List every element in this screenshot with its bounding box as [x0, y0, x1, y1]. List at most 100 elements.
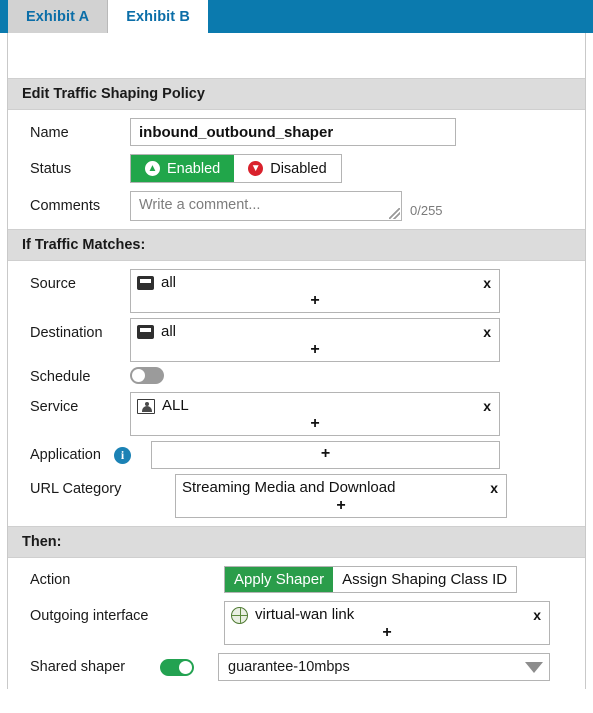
row-destination: Destination all x +: [8, 318, 585, 362]
row-shared-shaper: Shared shaper guarantee-10mbps: [8, 653, 585, 681]
source-add-button[interactable]: +: [137, 293, 493, 309]
row-url-category: URL Category Streaming Media and Downloa…: [8, 474, 585, 518]
source-chip-label: all: [161, 274, 177, 291]
shared-shaper-label: Shared shaper: [30, 659, 126, 675]
action-apply-shaper-label: Apply Shaper: [234, 571, 325, 588]
service-chip-remove-button[interactable]: x: [483, 398, 493, 414]
url-category-chip-remove-button[interactable]: x: [490, 480, 500, 496]
url-category-selector[interactable]: Streaming Media and Download x +: [175, 474, 507, 518]
source-chip[interactable]: all: [137, 273, 176, 293]
outgoing-interface-selector[interactable]: virtual-wan link x +: [224, 601, 550, 645]
policy-form-panel: Edit Traffic Shaping Policy Name inbound…: [7, 78, 586, 689]
resize-handle-icon[interactable]: [389, 208, 400, 219]
policy-editor-page: Edit Traffic Shaping Policy Name inbound…: [0, 33, 593, 713]
address-object-icon: [137, 276, 154, 290]
url-category-add-button[interactable]: +: [182, 498, 500, 514]
action-label: Action: [30, 571, 71, 588]
service-chip-row: ALL x: [137, 396, 493, 416]
tab-exhibit-b[interactable]: Exhibit B: [108, 0, 208, 33]
comments-textarea[interactable]: Write a comment...: [130, 191, 402, 221]
action-assign-class-id-button[interactable]: Assign Shaping Class ID: [333, 567, 517, 592]
url-category-chip-label: Streaming Media and Download: [182, 479, 396, 496]
section-header-edit-policy: Edit Traffic Shaping Policy: [8, 78, 585, 110]
service-object-icon: [137, 398, 155, 414]
outgoing-interface-chip[interactable]: virtual-wan link: [231, 605, 354, 625]
application-selector[interactable]: +: [151, 441, 500, 469]
source-label: Source: [30, 276, 76, 292]
status-enabled-button[interactable]: ▲ Enabled: [131, 155, 235, 182]
destination-chip[interactable]: all: [137, 322, 176, 342]
row-schedule: Schedule: [8, 367, 585, 387]
destination-chip-row: all x: [137, 322, 493, 342]
toggle-knob: [179, 660, 192, 674]
arrow-up-circle-icon: ▲: [145, 161, 160, 176]
row-outgoing-interface: Outgoing interface virtual-wan link x +: [8, 601, 585, 645]
shared-shaper-dropdown[interactable]: guarantee-10mbps: [218, 653, 550, 681]
section-header-then: Then:: [8, 526, 585, 558]
action-apply-shaper-button[interactable]: Apply Shaper: [225, 567, 334, 592]
outgoing-interface-label: Outgoing interface: [30, 608, 149, 624]
comments-placeholder: Write a comment...: [139, 197, 261, 213]
schedule-label: Schedule: [30, 369, 91, 385]
source-selector[interactable]: all x +: [130, 269, 500, 313]
status-segmented-control: ▲ Enabled ▼ Disabled: [130, 154, 342, 183]
service-add-button[interactable]: +: [137, 416, 493, 432]
outgoing-interface-add-button[interactable]: +: [231, 625, 543, 641]
status-enabled-label: Enabled: [167, 160, 221, 177]
service-chip[interactable]: ALL: [137, 396, 189, 416]
application-add-button[interactable]: +: [158, 446, 493, 462]
row-source: Source all x +: [8, 269, 585, 313]
source-chip-remove-button[interactable]: x: [483, 275, 493, 291]
source-chip-row: all x: [137, 273, 493, 293]
application-label: Application: [30, 447, 101, 463]
address-object-icon: [137, 325, 154, 339]
row-action: Action Apply Shaper Assign Shaping Class…: [8, 566, 585, 593]
comments-char-counter: 0/255: [410, 203, 443, 218]
destination-add-button[interactable]: +: [137, 342, 493, 358]
outgoing-interface-chip-remove-button[interactable]: x: [533, 607, 543, 623]
shared-shaper-dropdown-value: guarantee-10mbps: [228, 659, 350, 675]
shared-shaper-toggle[interactable]: [160, 658, 194, 676]
schedule-toggle[interactable]: [130, 367, 164, 384]
tab-exhibit-a-label: Exhibit A: [26, 8, 90, 25]
status-label: Status: [30, 161, 72, 177]
outgoing-interface-chip-label: virtual-wan link: [255, 606, 355, 623]
destination-chip-label: all: [161, 323, 177, 340]
arrow-down-circle-icon: ▼: [248, 161, 264, 176]
comments-label: Comments: [30, 198, 101, 214]
row-service: Service ALL x +: [8, 392, 585, 436]
row-status: Status ▲ Enabled ▼ Disabled: [8, 154, 585, 183]
tab-exhibit-a[interactable]: Exhibit A: [8, 0, 109, 33]
destination-label: Destination: [30, 325, 103, 341]
destination-chip-remove-button[interactable]: x: [483, 324, 493, 340]
toolbar-area: [7, 33, 586, 78]
url-category-label: URL Category: [30, 481, 122, 497]
status-disabled-button[interactable]: ▼ Disabled: [234, 155, 341, 182]
info-icon[interactable]: i: [114, 446, 131, 464]
service-label: Service: [30, 399, 79, 415]
name-label: Name: [30, 125, 69, 141]
url-category-chip-row: Streaming Media and Download x: [182, 478, 500, 498]
name-input-value: inbound_outbound_shaper: [139, 123, 334, 141]
section-header-if-traffic-matches: If Traffic Matches:: [8, 229, 585, 261]
row-name: Name inbound_outbound_shaper: [8, 118, 585, 146]
row-application: Application i +: [8, 441, 585, 469]
name-input[interactable]: inbound_outbound_shaper: [130, 118, 456, 146]
url-category-chip[interactable]: Streaming Media and Download: [182, 478, 395, 498]
chevron-down-icon: [525, 661, 543, 673]
toggle-knob: [132, 369, 145, 382]
destination-selector[interactable]: all x +: [130, 318, 500, 362]
status-disabled-label: Disabled: [270, 160, 327, 177]
action-segmented-control: Apply Shaper Assign Shaping Class ID: [224, 566, 518, 593]
tab-bar: Exhibit A Exhibit B: [0, 0, 593, 33]
service-selector[interactable]: ALL x +: [130, 392, 500, 436]
